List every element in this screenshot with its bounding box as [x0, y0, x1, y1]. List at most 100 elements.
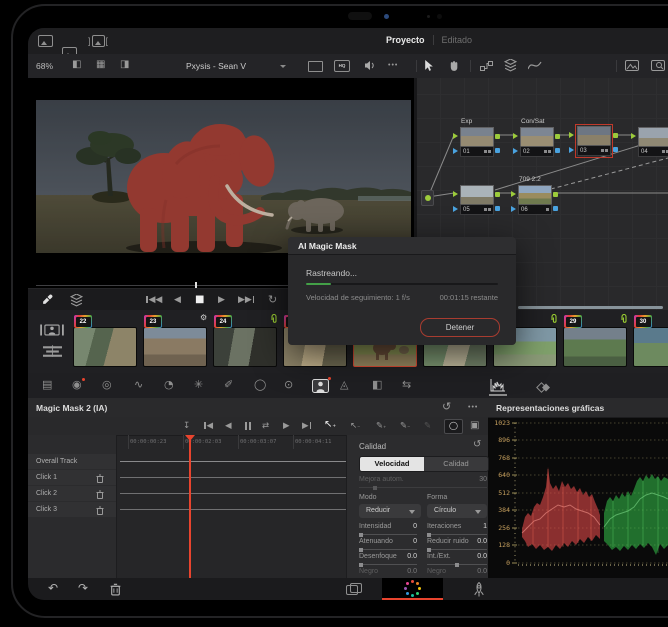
quick-export-rocket-icon[interactable]	[472, 582, 486, 597]
color-wheels-icon[interactable]: ◉	[72, 378, 82, 392]
clip-thumbnail-24[interactable]: 24	[213, 315, 277, 367]
track-row-click1[interactable]: Click 1	[28, 470, 116, 485]
eyedropper-icon[interactable]	[42, 294, 53, 306]
more-options-icon[interactable]: •••	[388, 62, 398, 69]
delete-track-icon-1[interactable]	[96, 474, 104, 483]
track-both-icon[interactable]: ⇄	[262, 421, 269, 431]
source-node[interactable]	[421, 190, 434, 206]
cut-page-icon[interactable]	[346, 583, 362, 596]
spline-icon[interactable]	[528, 61, 542, 71]
camera-raw-icon[interactable]: ▤	[42, 378, 52, 392]
go-to-start-button[interactable]: ◀◀	[146, 296, 163, 305]
denoise-slider[interactable]	[427, 547, 487, 552]
go-to-end-button[interactable]: ▶▶	[238, 296, 254, 305]
trash-button[interactable]	[110, 583, 121, 596]
mode-dropdown[interactable]: Reducir	[359, 504, 421, 518]
shape-dropdown[interactable]: Círculo	[427, 504, 487, 518]
node-03-selected[interactable]: 03	[569, 123, 618, 159]
lightbox-view-icon[interactable]: ][	[88, 35, 108, 47]
node-05[interactable]: 05	[453, 185, 500, 215]
node-02[interactable]: Con/Sat 02	[513, 118, 560, 157]
node-01[interactable]: Exp 01	[453, 118, 500, 157]
loop-button[interactable]: ↻	[268, 294, 277, 305]
iterations-slider[interactable]	[427, 532, 487, 537]
stroke-dim-icon[interactable]: ✎	[424, 421, 431, 431]
hdr-wheels-icon[interactable]: ◎	[102, 378, 112, 392]
key-icon[interactable]: ◧	[372, 378, 382, 392]
node-04[interactable]: 04	[631, 127, 668, 157]
grid-view-icon[interactable]: ▦	[96, 60, 105, 70]
cursor-tool-icon[interactable]	[424, 60, 434, 72]
mask-overlay-toggle[interactable]: ◯	[444, 419, 463, 434]
hq-icon[interactable]: HQ	[334, 60, 350, 72]
split-view-icon[interactable]: ◧	[72, 60, 81, 70]
stop-button[interactable]: ■	[195, 295, 204, 305]
toggle-calidad[interactable]: Calidad	[424, 457, 488, 471]
panel-options-icon[interactable]: •••	[468, 404, 478, 411]
node-graph-scrollbar[interactable]	[518, 306, 663, 309]
qualifier-icon[interactable]: ◔	[164, 378, 174, 392]
ab-compare-icon[interactable]: ◨	[120, 60, 129, 70]
color-page-tab-active[interactable]	[382, 578, 443, 600]
clip-thumbnail-22[interactable]: 22	[73, 315, 137, 367]
timeline-playhead-head[interactable]	[185, 435, 195, 441]
stroke-add-icon[interactable]: ✎₊	[376, 421, 386, 432]
tab-project[interactable]: Proyecto	[386, 35, 425, 45]
clip-title-dropdown[interactable]: Pxysis - Sean V	[156, 61, 276, 71]
curves-icon[interactable]: ∿	[134, 378, 143, 392]
settings-reset-icon[interactable]: ↺	[473, 440, 481, 450]
track-row-click2[interactable]: Click 2	[28, 486, 116, 501]
clip-thumbnail-29[interactable]: 29	[563, 315, 627, 367]
blur-slider[interactable]	[359, 562, 417, 567]
speaker-icon[interactable]	[364, 60, 375, 71]
undo-button[interactable]: ↶	[48, 582, 58, 594]
track-to-start-icon[interactable]: ◀	[204, 421, 214, 431]
clip-thumbnail-30[interactable]: 30	[633, 315, 668, 367]
play-button[interactable]: ▶	[218, 296, 225, 305]
reset-icon[interactable]: ↺	[442, 401, 451, 412]
wipe-modes-icon[interactable]	[70, 294, 83, 307]
intensity-slider[interactable]	[359, 532, 417, 537]
delete-track-icon-3[interactable]	[96, 506, 104, 515]
dialog-title-bar[interactable]: AI Magic Mask	[288, 237, 516, 255]
wand-icon[interactable]: ✐	[224, 378, 233, 392]
auto-improve-slider[interactable]	[359, 485, 487, 490]
step-back-icon[interactable]: ◀	[225, 421, 232, 431]
power-window-icon[interactable]: ◯	[254, 378, 266, 392]
layers-icon[interactable]	[504, 59, 517, 72]
wipe-icon[interactable]	[308, 61, 323, 72]
node-06[interactable]: 709 2.2 06	[511, 176, 558, 215]
inout-slider[interactable]	[427, 562, 487, 567]
quality-toggle[interactable]: Velocidad Calidad	[359, 456, 489, 472]
step-forward-icon[interactable]: ▶	[283, 421, 290, 431]
picker-add-icon[interactable]: ↖₊	[324, 420, 336, 430]
grab-still-icon[interactable]	[38, 35, 53, 47]
tracker-icon[interactable]: ⊙	[284, 378, 293, 392]
timeline-playhead[interactable]	[189, 435, 191, 578]
picker-remove-icon[interactable]: ↖₋	[350, 421, 360, 432]
zoom-level[interactable]: 68%	[36, 61, 53, 71]
sizing-icon[interactable]: ⇆	[402, 378, 411, 392]
blur-icon[interactable]: ◬	[340, 378, 348, 392]
track-row-overall[interactable]: Overall Track	[28, 454, 116, 469]
clip-thumbnail-23[interactable]: 23	[143, 315, 207, 367]
lut-browser-icon[interactable]	[651, 60, 665, 71]
warper-icon[interactable]: ✳	[194, 378, 203, 392]
stroke-remove-icon[interactable]: ✎₋	[400, 421, 410, 432]
hand-tool-icon[interactable]	[448, 60, 459, 72]
tab-edited[interactable]: Editado	[432, 35, 472, 45]
play-reverse-button[interactable]: ◀	[174, 296, 181, 305]
stills-icon[interactable]	[625, 60, 639, 71]
track-down-icon[interactable]: ↧	[183, 421, 190, 431]
node-link-icon[interactable]	[480, 61, 493, 71]
stop-tracking-button[interactable]: Detener	[420, 318, 500, 337]
redo-button[interactable]: ↷	[78, 582, 88, 594]
timeline-view-icon[interactable]	[43, 345, 62, 357]
keyframes-icon[interactable]	[536, 380, 552, 398]
track-row-click3[interactable]: Click 3	[28, 502, 116, 517]
delete-track-icon-2[interactable]	[96, 490, 104, 499]
magic-mask-icon[interactable]	[312, 379, 329, 398]
toggle-velocidad[interactable]: Velocidad	[360, 457, 424, 471]
feather-slider[interactable]	[359, 547, 417, 552]
track-to-end-icon[interactable]: ▶	[302, 421, 311, 431]
